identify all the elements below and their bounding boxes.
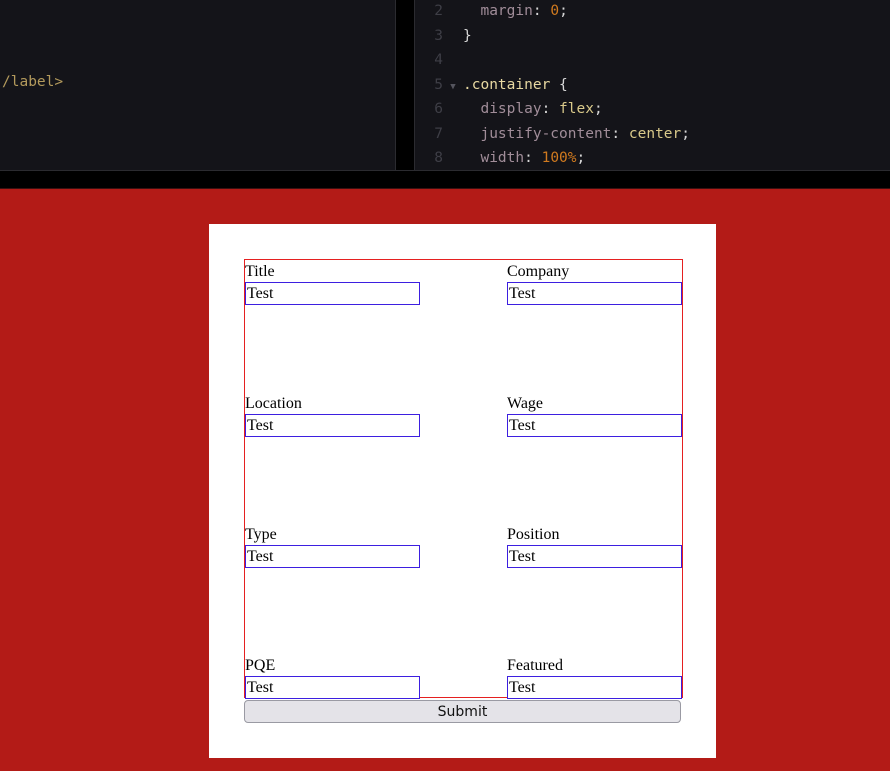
featured-input[interactable] [507, 676, 682, 699]
code-token: { [550, 76, 568, 93]
field-company: Company [507, 262, 683, 305]
field-label: Featured [507, 657, 563, 674]
submit-button[interactable]: Submit [244, 700, 681, 723]
line-number: 5 [434, 76, 443, 93]
code-token: ; [576, 150, 586, 166]
code-token: : [532, 3, 551, 19]
code-line: 4 [415, 48, 890, 72]
title-input[interactable] [245, 282, 420, 305]
code-token: display [480, 101, 542, 117]
editor-preview-divider[interactable] [0, 170, 890, 189]
field-wage: Wage [507, 394, 683, 437]
line-number: 2 [434, 3, 443, 19]
code-token: ; [593, 101, 603, 117]
job-form: Title Company Location Wage Type Positio… [244, 259, 683, 699]
field-label: Title [245, 263, 275, 280]
code-token: width [480, 150, 525, 166]
code-token: : [611, 125, 629, 142]
line-number: 8 [434, 150, 443, 166]
code-token: 100% [541, 150, 577, 166]
field-label: Company [507, 263, 570, 280]
company-input[interactable] [507, 282, 682, 305]
type-input[interactable] [245, 545, 420, 568]
field-type: Type [245, 525, 421, 568]
field-position: Position [507, 525, 683, 568]
field-label: Location [245, 395, 302, 412]
code-token: : [524, 150, 542, 166]
wage-input[interactable] [507, 414, 682, 437]
line-number: 4 [434, 52, 443, 68]
code-token: center [628, 125, 682, 142]
field-label: Type [245, 526, 277, 543]
code-token: flex [559, 101, 594, 117]
code-line-fragment: /label> [2, 74, 64, 90]
code-line: 3} [415, 24, 890, 48]
position-input[interactable] [507, 545, 682, 568]
pqe-input[interactable] [245, 676, 420, 699]
html-editor-pane[interactable]: /label> [0, 0, 396, 170]
css-editor-pane[interactable]: 2 margin: 0; 3} 4 5 ▼ .container {6 display: … [415, 0, 890, 170]
code-token: ; [681, 125, 691, 142]
code-token: .container [463, 76, 551, 93]
code-token: justify-content [480, 125, 612, 142]
field-pqe: PQE [245, 656, 421, 699]
code-line: 6 display: flex; [415, 97, 890, 121]
code-line: 2 margin: 0; [415, 0, 890, 23]
field-featured: Featured [507, 656, 683, 699]
field-location: Location [245, 394, 421, 437]
preview-card: Title Company Location Wage Type Positio… [209, 224, 716, 758]
line-number: 3 [434, 27, 443, 44]
code-token: 0 [550, 3, 560, 19]
code-line: 5 ▼ .container { [415, 73, 890, 97]
location-input[interactable] [245, 414, 420, 437]
field-label: Wage [507, 395, 544, 412]
field-label: PQE [245, 657, 276, 674]
line-number: 7 [434, 125, 443, 142]
code-editor: /label> 2 margin: 0; 3} 4 5 ▼ .container {6 d… [0, 0, 890, 170]
code-token: ; [559, 3, 568, 19]
line-number: 6 [434, 101, 443, 117]
code-line: 8 width: 100%; [415, 146, 890, 170]
pane-resize-handle[interactable] [396, 0, 415, 170]
code-token: } [463, 27, 472, 44]
code-line: 7 justify-content: center; [415, 122, 890, 146]
fold-arrow-icon[interactable]: ▼ [443, 75, 463, 99]
field-title: Title [245, 262, 421, 305]
field-label: Position [507, 526, 560, 543]
code-token: : [541, 101, 560, 117]
code-token: margin [480, 3, 533, 19]
